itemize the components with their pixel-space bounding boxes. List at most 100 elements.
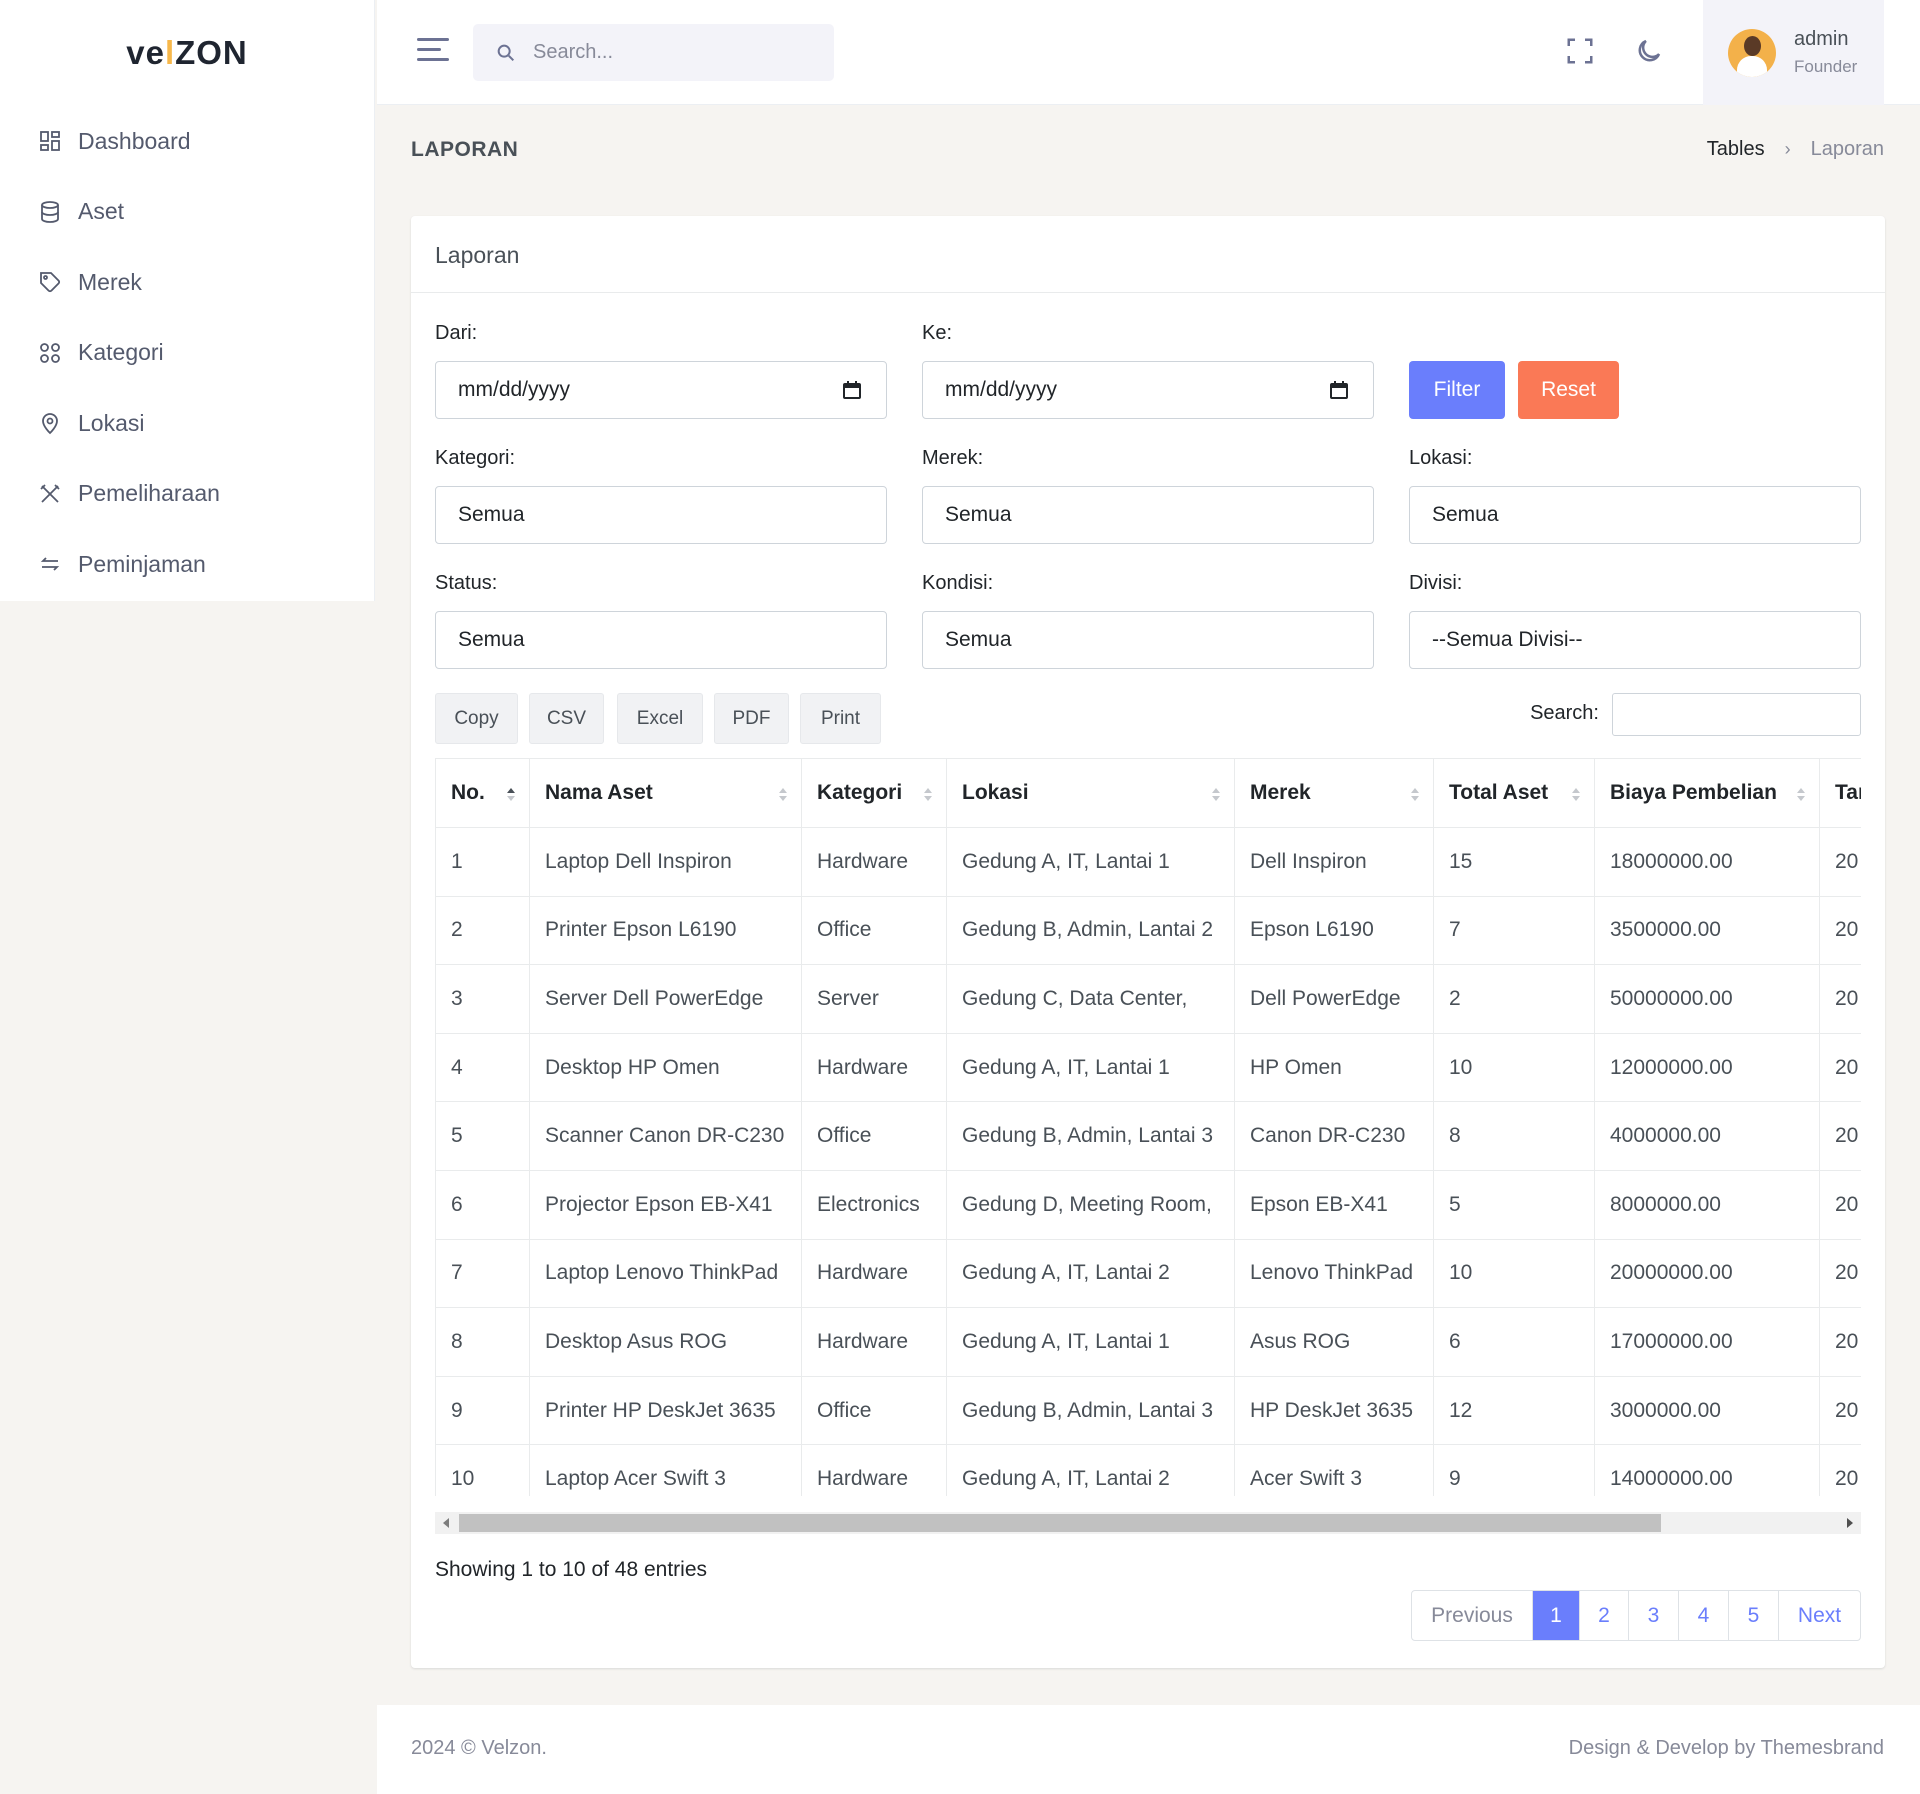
dari-date-input[interactable]: mm/dd/yyyy	[435, 361, 887, 419]
table-cell: Lenovo ThinkPad	[1234, 1238, 1434, 1309]
fullscreen-icon[interactable]	[1563, 34, 1597, 68]
column-header-lokasi[interactable]: Lokasi	[946, 758, 1235, 828]
ke-label: Ke:	[922, 322, 953, 344]
table-cell: 5	[1433, 1169, 1595, 1240]
table-cell: 1	[435, 827, 530, 897]
dark-mode-moon-icon[interactable]	[1632, 34, 1666, 68]
table-search-label: Search:	[1530, 702, 1599, 724]
column-header-nama-aset[interactable]: Nama Aset	[529, 758, 802, 828]
table-cell: Gedung A, IT, Lantai 2	[946, 1444, 1235, 1496]
sidebar-item-dashboard[interactable]: Dashboard	[0, 106, 374, 177]
global-search[interactable]	[473, 24, 834, 81]
table-cell: Gedung D, Meeting Room,	[946, 1169, 1235, 1240]
kondisi-label: Kondisi:	[922, 572, 994, 594]
column-header-merek[interactable]: Merek	[1234, 758, 1434, 828]
hamburger-menu-icon[interactable]	[417, 38, 449, 66]
table-cell: 20	[1819, 964, 1861, 1034]
sort-icon	[1212, 788, 1220, 802]
divisi-select[interactable]: --Semua Divisi--	[1409, 611, 1861, 669]
column-header-biaya-pembelian[interactable]: Biaya Pembelian	[1594, 758, 1820, 828]
table-cell: Hardware	[801, 1238, 947, 1309]
pagination-page-5[interactable]: 5	[1728, 1591, 1778, 1640]
table-cell: 2	[435, 895, 530, 966]
table-cell: 18000000.00	[1594, 827, 1820, 897]
brand-logo-post: ZON	[175, 34, 248, 71]
table-cell: Office	[801, 895, 947, 966]
pagination-page-4[interactable]: 4	[1678, 1591, 1728, 1640]
table-cell: 4	[435, 1032, 530, 1103]
table-cell: Gedung C, Data Center,	[946, 964, 1235, 1034]
user-name: admin	[1794, 28, 1849, 50]
sidebar-item-lokasi[interactable]: Lokasi	[0, 388, 374, 459]
pdf-button[interactable]: PDF	[714, 693, 789, 744]
table-cell: Canon DR-C230	[1234, 1101, 1434, 1171]
table-cell: Desktop Asus ROG	[529, 1307, 802, 1377]
kondisi-select[interactable]: Semua	[922, 611, 1374, 669]
csv-button[interactable]: CSV	[529, 693, 604, 744]
table-cell: 20	[1819, 1375, 1861, 1446]
column-header-kategori[interactable]: Kategori	[801, 758, 947, 828]
pagination-next[interactable]: Next	[1778, 1591, 1860, 1640]
column-header-label: Nama Aset	[545, 781, 653, 804]
filter-button[interactable]: Filter	[1409, 361, 1505, 419]
table-search-input[interactable]	[1612, 693, 1861, 736]
breadcrumb-tables[interactable]: Tables	[1707, 138, 1765, 161]
table-cell: 14000000.00	[1594, 1444, 1820, 1496]
sort-icon	[507, 788, 515, 802]
table-cell: 9	[435, 1375, 530, 1446]
table-cell: 20	[1819, 827, 1861, 897]
table-cell: 2	[1433, 964, 1595, 1034]
dashboard-icon	[38, 129, 62, 153]
kategori-select[interactable]: Semua	[435, 486, 887, 544]
brand-logo[interactable]: ve l ZON	[0, 0, 374, 106]
column-header-no[interactable]: No.	[435, 758, 530, 828]
scroll-right-arrow-icon[interactable]	[1847, 1518, 1853, 1528]
lokasi-select[interactable]: Semua	[1409, 486, 1861, 544]
table-scroll-container[interactable]: No. Nama Aset Kategori Lokasi Merek Tota…	[435, 758, 1861, 1496]
column-header-label: Biaya Pembelian	[1610, 781, 1777, 804]
sidebar-item-pemeliharaan[interactable]: Pemeliharaan	[0, 459, 374, 530]
user-profile-dropdown[interactable]: admin Founder	[1703, 0, 1884, 105]
column-header-total-aset[interactable]: Total Aset	[1433, 758, 1595, 828]
ke-date-input[interactable]: mm/dd/yyyy	[922, 361, 1374, 419]
pagination: Previous 1 2 3 4 5 Next	[1411, 1590, 1861, 1641]
dari-date-value: mm/dd/yyyy	[458, 378, 571, 401]
table-row: 5 Scanner Canon DR-C230 Office Gedung B, Ad…	[435, 1101, 1861, 1171]
scrollbar-thumb[interactable]	[459, 1514, 1661, 1532]
column-header-label: No.	[451, 781, 485, 804]
avatar	[1728, 28, 1776, 77]
card-title: Laporan	[411, 216, 1885, 293]
calendar-icon[interactable]	[842, 380, 862, 400]
sidebar-item-merek[interactable]: Merek	[0, 247, 374, 318]
excel-button[interactable]: Excel	[617, 693, 703, 744]
sidebar-item-aset[interactable]: Aset	[0, 177, 374, 248]
sidebar-item-peminjaman[interactable]: Peminjaman	[0, 529, 374, 600]
table-cell: Server	[801, 964, 947, 1034]
copy-button[interactable]: Copy	[435, 693, 518, 744]
user-role: Founder	[1794, 57, 1858, 76]
pagination-page-3[interactable]: 3	[1628, 1591, 1678, 1640]
footer: 2024 © Velzon. Design & Develop by Theme…	[377, 1705, 1920, 1794]
table-cell: Gedung B, Admin, Lantai 3	[946, 1101, 1235, 1171]
table-cell: Gedung B, Admin, Lantai 2	[946, 895, 1235, 966]
scroll-left-arrow-icon[interactable]	[443, 1518, 449, 1528]
pagination-page-2[interactable]: 2	[1579, 1591, 1628, 1640]
status-select[interactable]: Semua	[435, 611, 887, 669]
merek-select[interactable]: Semua	[922, 486, 1374, 544]
print-button[interactable]: Print	[800, 693, 881, 744]
horizontal-scrollbar[interactable]	[435, 1512, 1861, 1534]
table-cell: 12000000.00	[1594, 1032, 1820, 1103]
pagination-previous[interactable]: Previous	[1412, 1591, 1532, 1640]
table-cell: Printer HP DeskJet 3635	[529, 1375, 802, 1446]
sidebar-item-kategori[interactable]: Kategori	[0, 318, 374, 389]
table-cell: 20	[1819, 895, 1861, 966]
table-info: Showing 1 to 10 of 48 entries	[435, 1558, 708, 1581]
pagination-page-1[interactable]: 1	[1532, 1591, 1579, 1640]
table-cell: Laptop Lenovo ThinkPad	[529, 1238, 802, 1309]
global-search-input[interactable]	[533, 41, 813, 64]
column-header-tanggal[interactable]: Tanggal	[1819, 758, 1861, 828]
calendar-icon[interactable]	[1329, 380, 1349, 400]
reset-button[interactable]: Reset	[1518, 361, 1619, 419]
table-cell: 20	[1819, 1307, 1861, 1377]
table-cell: Office	[801, 1101, 947, 1171]
